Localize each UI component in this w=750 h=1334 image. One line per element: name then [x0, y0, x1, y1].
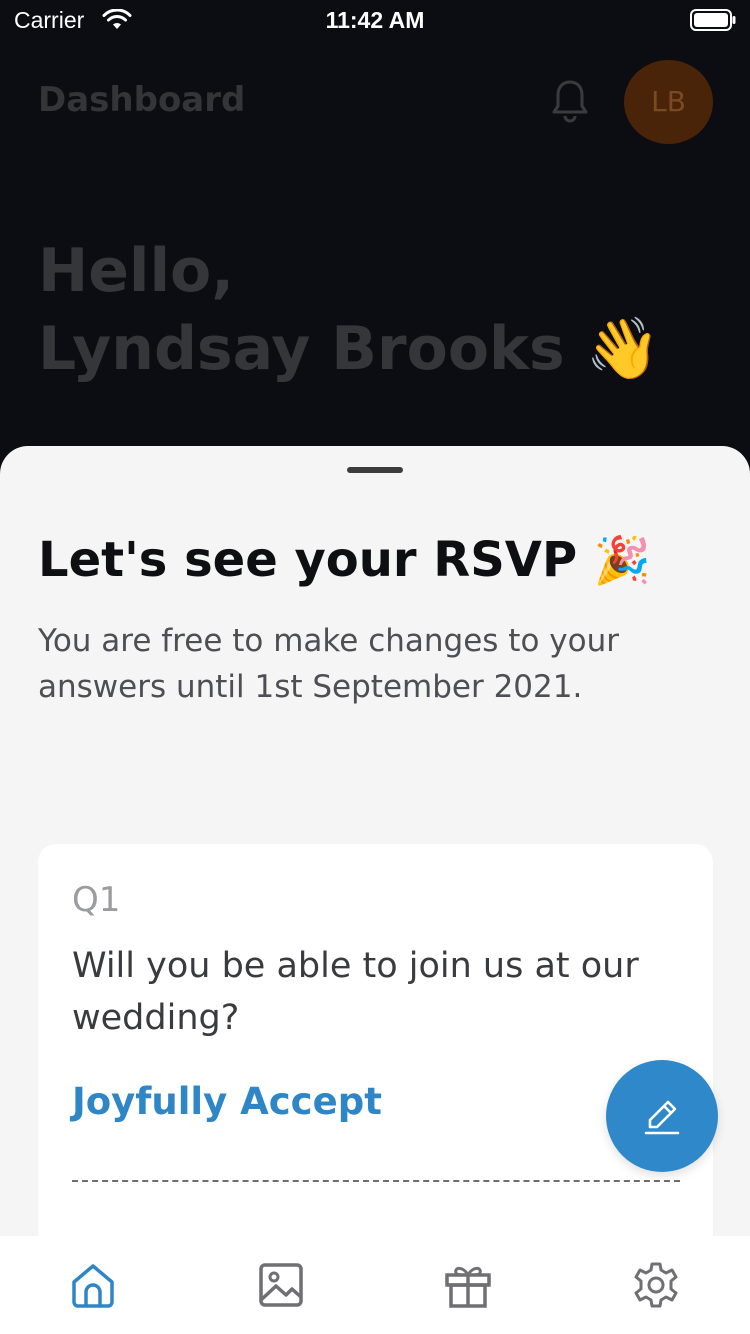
- battery-icon: [690, 9, 736, 31]
- greeting-hello: Hello,: [38, 236, 235, 306]
- edit-button[interactable]: [606, 1060, 718, 1172]
- tab-gifts[interactable]: [443, 1260, 493, 1310]
- question-text: Will you be able to join us at our weddi…: [72, 946, 639, 1038]
- gift-icon: [445, 1266, 491, 1308]
- party-popper-emoji: 🎉: [593, 533, 652, 587]
- image-icon: [259, 1263, 303, 1307]
- question-number: Q1: [72, 880, 121, 920]
- wave-emoji: 👋: [585, 314, 661, 384]
- clock: 11:42 AM: [325, 7, 425, 33]
- question-answer: Joyfully Accept: [72, 1080, 382, 1123]
- bell-icon[interactable]: [548, 78, 592, 124]
- sheet-subtitle: You are free to make changes to your ans…: [38, 623, 619, 705]
- home-icon: [72, 1264, 114, 1308]
- tab-settings[interactable]: [631, 1260, 681, 1310]
- tab-bar: [0, 1236, 750, 1334]
- greeting-name: Lyndsay Brooks: [38, 314, 565, 384]
- status-bar: Carrier 11:42 AM: [0, 0, 750, 40]
- page-title: Dashboard: [38, 80, 246, 120]
- gear-icon: [634, 1262, 678, 1308]
- tab-home[interactable]: [68, 1260, 118, 1310]
- rsvp-sheet: Let's see your RSVP 🎉 You are free to ma…: [0, 446, 750, 1334]
- pencil-icon: [644, 1100, 680, 1135]
- tab-gallery[interactable]: [256, 1260, 306, 1310]
- sheet-grabber[interactable]: [347, 467, 403, 473]
- dashed-divider: [72, 1180, 680, 1182]
- sheet-title-text: Let's see your RSVP: [38, 532, 578, 588]
- avatar[interactable]: LB: [624, 60, 713, 144]
- sheet-title: Let's see your RSVP 🎉: [38, 532, 651, 588]
- greeting-name-line: Lyndsay Brooks 👋: [38, 310, 660, 388]
- greeting: Hello, Lyndsay Brooks 👋: [38, 232, 660, 388]
